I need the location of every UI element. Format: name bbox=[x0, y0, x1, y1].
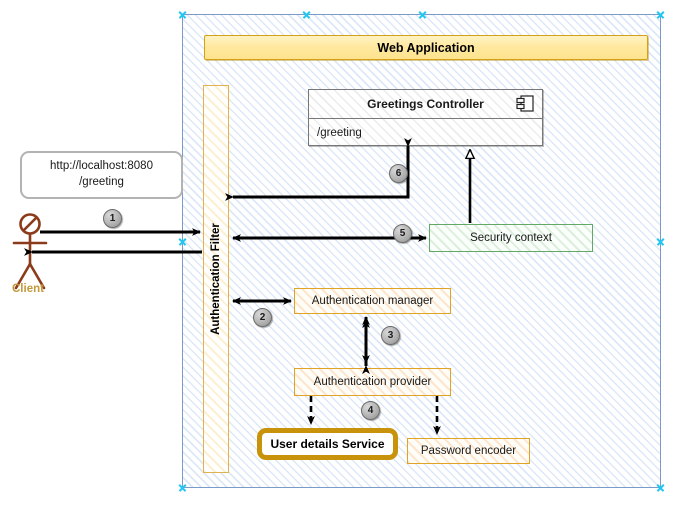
password-encoder-box[interactable]: Password encoder bbox=[407, 438, 530, 464]
selection-handle-middle-left[interactable] bbox=[178, 237, 187, 246]
security-context-box[interactable]: Security context bbox=[429, 224, 593, 252]
web-application-title-bar[interactable]: Web Application bbox=[204, 35, 648, 60]
authentication-provider-box[interactable]: Authentication provider bbox=[294, 368, 451, 396]
diagram-canvas: Web Application Authentication Filter Gr… bbox=[0, 0, 677, 511]
selection-handle-top-center[interactable] bbox=[418, 10, 427, 19]
step-badge-4: 4 bbox=[361, 401, 380, 420]
authentication-filter-label: Authentication Filter bbox=[210, 223, 222, 335]
user-details-service-box[interactable]: User details Service bbox=[257, 428, 398, 460]
selection-handle-top-left[interactable] bbox=[178, 10, 187, 19]
selection-handle-bottom-left[interactable] bbox=[178, 483, 187, 492]
password-encoder-label: Password encoder bbox=[420, 445, 517, 457]
step-badge-4-number: 4 bbox=[367, 405, 374, 416]
step-badge-6-number: 6 bbox=[395, 168, 402, 179]
step-badge-1-number: 1 bbox=[109, 213, 116, 224]
user-details-service-label: User details Service bbox=[270, 437, 385, 451]
selection-handle-middle-right[interactable] bbox=[656, 237, 665, 246]
step-badge-2: 2 bbox=[253, 308, 272, 327]
selection-handle-top-quarter[interactable] bbox=[302, 10, 311, 19]
authentication-manager-box[interactable]: Authentication manager bbox=[294, 288, 451, 314]
step-badge-3: 3 bbox=[381, 326, 400, 345]
authentication-manager-label: Authentication manager bbox=[311, 295, 434, 307]
step-badge-2-number: 2 bbox=[259, 312, 266, 323]
client-actor-label: Client bbox=[12, 283, 44, 295]
step-badge-3-number: 3 bbox=[387, 330, 394, 341]
authentication-filter-box[interactable]: Authentication Filter bbox=[203, 85, 229, 473]
security-context-label: Security context bbox=[470, 232, 552, 244]
request-url-line-2: /greeting bbox=[79, 176, 124, 188]
step-badge-5: 5 bbox=[393, 224, 412, 243]
selection-handle-bottom-right[interactable] bbox=[656, 483, 665, 492]
greetings-controller-endpoint: /greeting bbox=[317, 126, 362, 139]
authentication-provider-label: Authentication provider bbox=[313, 376, 432, 388]
greetings-controller-endpoint-row: /greeting bbox=[309, 119, 542, 146]
request-url-line-1: http://localhost:8080 bbox=[50, 160, 153, 173]
request-url-callout[interactable]: http://localhost:8080 /greeting bbox=[20, 151, 183, 199]
selection-handle-top-right[interactable] bbox=[656, 10, 665, 19]
step-badge-1: 1 bbox=[103, 209, 122, 228]
greetings-controller-title: Greetings Controller bbox=[367, 97, 484, 111]
greetings-controller-header: Greetings Controller bbox=[309, 90, 542, 119]
uml-component-icon bbox=[516, 95, 534, 112]
greetings-controller-component[interactable]: Greetings Controller /greeting bbox=[308, 89, 543, 146]
step-badge-5-number: 5 bbox=[399, 228, 406, 239]
step-badge-6: 6 bbox=[389, 164, 408, 183]
